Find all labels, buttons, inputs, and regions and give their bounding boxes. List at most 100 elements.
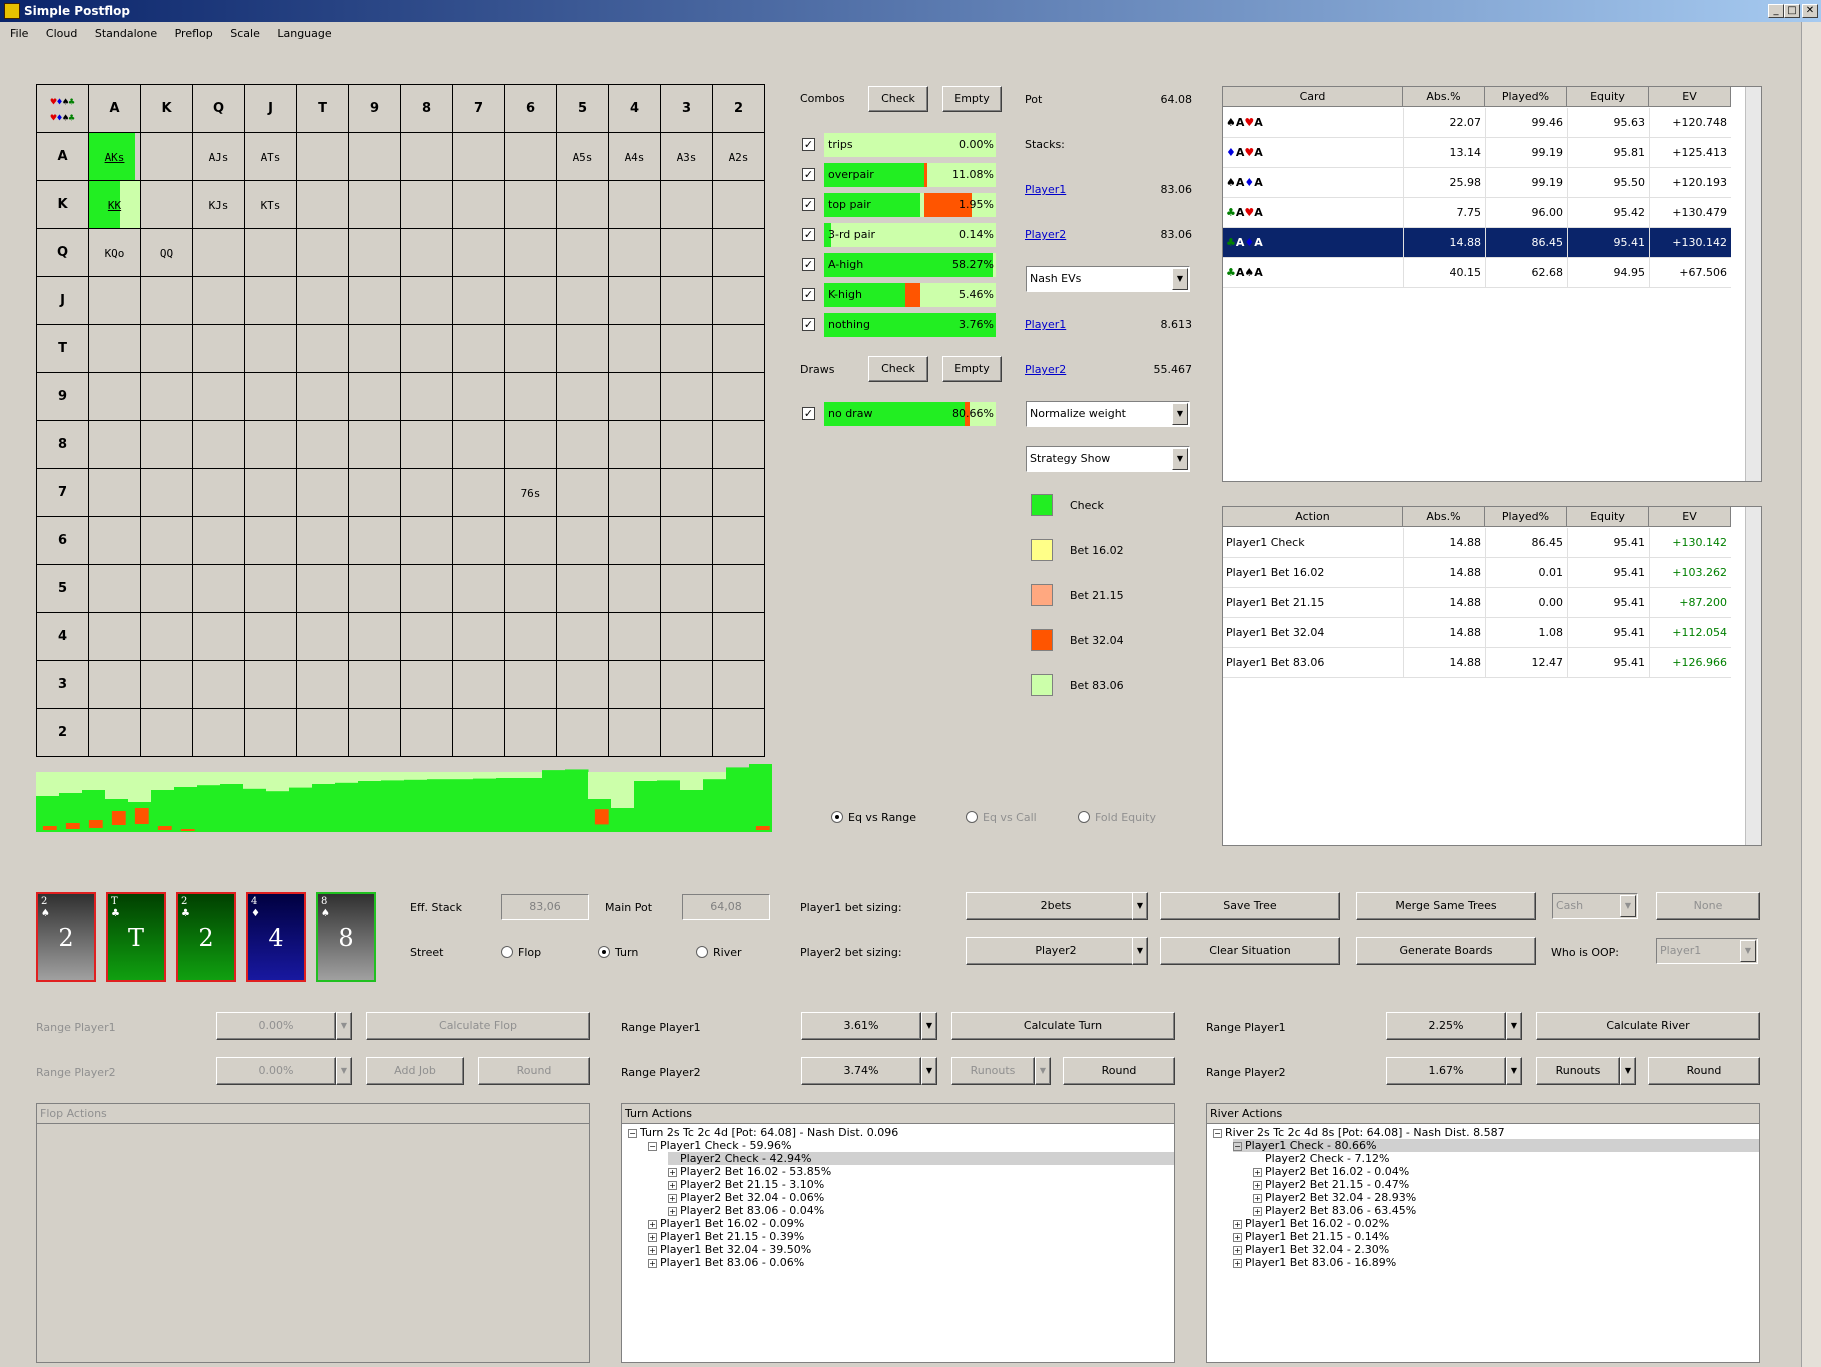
hand-cell[interactable] <box>400 468 453 517</box>
hand-cell[interactable] <box>192 612 245 661</box>
hand-cell[interactable]: A5s <box>556 132 609 181</box>
flop-actions-tree[interactable] <box>37 1124 589 1362</box>
table-row[interactable]: ♠A♥A 22.07 99.46 95.63 +120.748 <box>1223 108 1731 138</box>
combos-empty-button[interactable]: Empty <box>942 86 1002 112</box>
hand-cell[interactable] <box>504 420 557 469</box>
tree-node[interactable]: + Player1 Bet 83.06 - 16.89% <box>1233 1256 1396 1269</box>
menu-preflop[interactable]: Preflop <box>175 27 213 40</box>
hand-cell[interactable] <box>192 324 245 373</box>
tree-node[interactable]: − Player1 Check - 80.66% <box>1233 1139 1759 1152</box>
save-tree-button[interactable]: Save Tree <box>1160 892 1340 920</box>
collapse-icon[interactable]: − <box>1213 1129 1222 1138</box>
table-scrollbar[interactable] <box>1745 507 1761 845</box>
filter-checkbox[interactable]: ✓ <box>802 258 815 271</box>
chevron-down-icon[interactable]: ▼ <box>1506 1057 1522 1085</box>
hand-cell[interactable] <box>244 660 297 709</box>
filter-checkbox[interactable]: ✓ <box>802 288 815 301</box>
normalize-select[interactable]: Normalize weight ▼ <box>1026 401 1190 427</box>
expand-icon[interactable]: + <box>668 1168 677 1177</box>
main-pot-spinner[interactable]: 64,08 <box>682 894 770 920</box>
expand-icon[interactable]: + <box>1253 1194 1262 1203</box>
player1-stack-link[interactable]: Player1 <box>1025 183 1066 196</box>
hand-cell[interactable]: KJs <box>192 180 245 229</box>
table-row[interactable]: Player1 Check 14.88 86.45 95.41 +130.142 <box>1223 528 1731 558</box>
hand-cell[interactable] <box>244 420 297 469</box>
chevron-down-icon[interactable]: ▼ <box>1132 892 1148 920</box>
chevron-down-icon[interactable]: ▼ <box>1035 1057 1051 1085</box>
tree-node[interactable]: + Player2 Bet 32.04 - 0.06% <box>668 1191 824 1204</box>
hand-cell[interactable] <box>140 660 193 709</box>
hand-cell[interactable] <box>348 468 401 517</box>
hand-cell[interactable] <box>192 564 245 613</box>
hand-cell[interactable] <box>660 468 713 517</box>
combos-check-button[interactable]: Check <box>868 86 928 112</box>
tree-node[interactable]: + Player1 Bet 32.04 - 39.50% <box>648 1243 811 1256</box>
hand-cell[interactable] <box>140 564 193 613</box>
hand-cell[interactable] <box>192 468 245 517</box>
hand-cell[interactable] <box>244 468 297 517</box>
hand-cell[interactable] <box>452 420 505 469</box>
table-row[interactable]: ♦A♥A 13.14 99.19 95.81 +125.413 <box>1223 138 1731 168</box>
hand-cell[interactable] <box>712 372 765 421</box>
filter-bar[interactable]: K-high 5.46% <box>824 283 996 307</box>
filter-bar[interactable]: no draw 80.66% <box>824 402 996 426</box>
hand-cell[interactable] <box>192 420 245 469</box>
column-header[interactable]: Played% <box>1485 87 1567 107</box>
hand-cell[interactable] <box>452 708 505 757</box>
chevron-down-icon[interactable]: ▼ <box>336 1012 352 1040</box>
hand-cell[interactable] <box>400 564 453 613</box>
flop-range-p2-button[interactable]: 0.00% <box>216 1057 336 1085</box>
expand-icon[interactable]: + <box>668 1207 677 1216</box>
expand-icon[interactable]: + <box>668 1181 677 1190</box>
tree-node[interactable]: Player2 Check - 7.12% <box>1253 1152 1389 1165</box>
hand-cell[interactable] <box>192 276 245 325</box>
hand-cell[interactable] <box>504 276 557 325</box>
hand-cell[interactable] <box>660 228 713 277</box>
hand-cell[interactable] <box>400 660 453 709</box>
hand-cell[interactable] <box>504 612 557 661</box>
hand-cell[interactable] <box>712 324 765 373</box>
generate-boards-button[interactable]: Generate Boards <box>1356 937 1536 965</box>
hand-cell[interactable] <box>88 612 141 661</box>
hand-cell[interactable] <box>660 564 713 613</box>
hand-cell[interactable]: A3s <box>660 132 713 181</box>
expand-icon[interactable]: + <box>668 1194 677 1203</box>
hand-cell[interactable] <box>712 228 765 277</box>
hand-cell[interactable] <box>608 660 661 709</box>
hand-cell[interactable] <box>660 708 713 757</box>
hand-cell[interactable] <box>296 180 349 229</box>
hand-cell[interactable] <box>608 276 661 325</box>
collapse-icon[interactable]: − <box>1233 1142 1242 1151</box>
hand-cell[interactable] <box>348 612 401 661</box>
column-header[interactable]: Abs.% <box>1403 507 1485 527</box>
hand-cell[interactable] <box>88 420 141 469</box>
filter-bar[interactable]: nothing 3.76% <box>824 313 996 337</box>
collapse-icon[interactable]: − <box>628 1129 637 1138</box>
flop-range-p1-button[interactable]: 0.00% <box>216 1012 336 1040</box>
tree-node[interactable]: + Player1 Bet 16.02 - 0.09% <box>648 1217 804 1230</box>
hand-cell[interactable] <box>192 228 245 277</box>
hand-cell[interactable] <box>140 372 193 421</box>
player2-ev-link[interactable]: Player2 <box>1025 363 1066 376</box>
hand-cell[interactable] <box>660 420 713 469</box>
tree-node[interactable]: + Player2 Bet 32.04 - 28.93% <box>1253 1191 1416 1204</box>
hand-cell[interactable] <box>296 516 349 565</box>
hand-cell[interactable] <box>88 660 141 709</box>
hand-cell[interactable] <box>504 180 557 229</box>
hand-cell[interactable]: KK <box>88 180 141 229</box>
hand-cell[interactable] <box>556 372 609 421</box>
hand-cell[interactable] <box>712 660 765 709</box>
hand-cell[interactable] <box>348 420 401 469</box>
hand-cell[interactable] <box>556 660 609 709</box>
filter-checkbox[interactable]: ✓ <box>802 228 815 241</box>
hand-cell[interactable] <box>88 468 141 517</box>
hand-cell[interactable] <box>608 564 661 613</box>
hand-cell[interactable] <box>348 372 401 421</box>
filter-bar[interactable]: A-high 58.27% <box>824 253 996 277</box>
hand-cell[interactable] <box>452 612 505 661</box>
chevron-down-icon[interactable]: ▼ <box>921 1057 937 1085</box>
eq-vs-call-radio[interactable] <box>966 811 978 823</box>
hand-cell[interactable]: A2s <box>712 132 765 181</box>
hand-cell[interactable]: AKs <box>88 132 141 181</box>
column-header[interactable]: Equity <box>1567 87 1649 107</box>
